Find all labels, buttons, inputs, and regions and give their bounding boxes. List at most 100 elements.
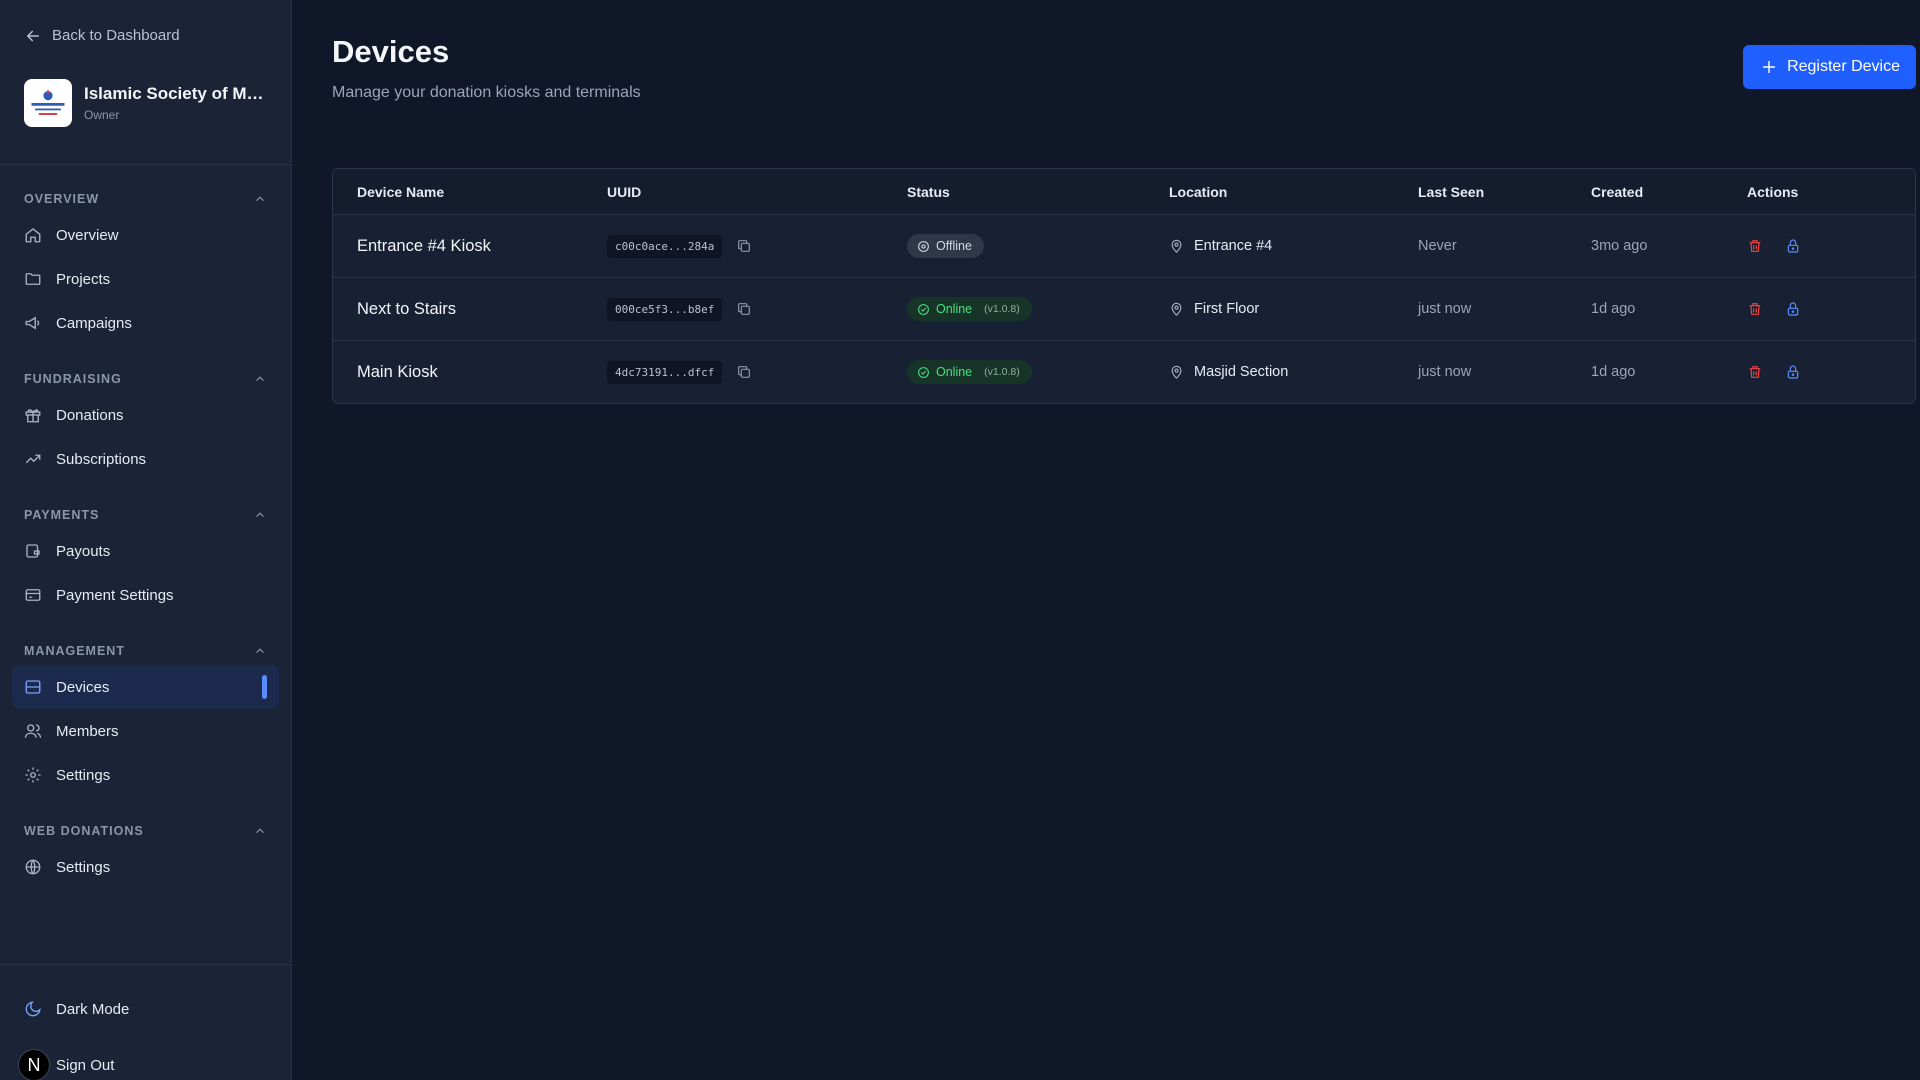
chevron-up-icon bbox=[256, 648, 264, 654]
org-name: Islamic Society of Mi... bbox=[84, 84, 264, 103]
sidebar-item-campaigns[interactable]: Campaigns bbox=[12, 301, 279, 345]
col-actions: Actions bbox=[1747, 183, 1799, 200]
page-title: Devices bbox=[332, 34, 450, 69]
register-device-label: Register Device bbox=[1787, 58, 1900, 75]
section-title: MANAGEMENT bbox=[24, 644, 125, 658]
col-created: Created bbox=[1591, 183, 1644, 200]
sidebar-item-label: Overview bbox=[56, 226, 119, 244]
lock-icon[interactable] bbox=[1785, 301, 1801, 317]
moon-icon bbox=[25, 1001, 41, 1017]
copy-icon[interactable] bbox=[736, 364, 752, 380]
copy-icon[interactable] bbox=[736, 301, 752, 317]
chevron-up-icon bbox=[256, 376, 264, 382]
folder-icon bbox=[25, 273, 41, 285]
sidebar: Back to Dashboard Islamic Society of Mi.… bbox=[0, 0, 292, 1080]
section-management[interactable]: MANAGEMENT bbox=[0, 637, 291, 665]
avatar: N bbox=[18, 1049, 50, 1080]
register-device-button[interactable]: Register Device bbox=[1743, 45, 1916, 89]
section-overview[interactable]: OVERVIEW bbox=[0, 185, 291, 213]
sidebar-item-settings[interactable]: Settings bbox=[12, 753, 279, 797]
back-label: Back to Dashboard bbox=[52, 27, 180, 44]
device-name: Entrance #4 Kiosk bbox=[357, 236, 491, 255]
sidebar-item-label: Devices bbox=[56, 678, 110, 696]
device-uuid: 000ce5f3...b8ef bbox=[607, 297, 723, 321]
map-pin-icon bbox=[1171, 302, 1182, 316]
status-text: Offline bbox=[936, 239, 972, 253]
megaphone-icon bbox=[25, 316, 40, 330]
delete-icon[interactable] bbox=[1747, 238, 1763, 254]
check-circle-icon bbox=[918, 366, 929, 378]
section-title: OVERVIEW bbox=[24, 192, 100, 206]
section-title: PAYMENTS bbox=[24, 508, 100, 522]
sidebar-item-payment-settings[interactable]: Payment Settings bbox=[12, 573, 279, 617]
gift-icon bbox=[25, 409, 41, 423]
last-seen: Never bbox=[1418, 238, 1457, 254]
copy-icon[interactable] bbox=[736, 238, 752, 254]
section-title: WEB DONATIONS bbox=[24, 824, 144, 838]
delete-icon[interactable] bbox=[1747, 301, 1763, 317]
sidebar-item-subscriptions[interactable]: Subscriptions bbox=[12, 437, 279, 481]
back-to-dashboard-link[interactable]: Back to Dashboard bbox=[0, 0, 291, 46]
device-name: Main Kiosk bbox=[357, 362, 438, 381]
check-circle-icon bbox=[918, 303, 929, 315]
created-at: 1d ago bbox=[1591, 364, 1636, 380]
table-row[interactable]: Main Kiosk 4dc73191...dfcf Online (v1.0.8… bbox=[333, 340, 1915, 403]
users-icon bbox=[24, 724, 42, 738]
sidebar-item-label: Settings bbox=[56, 858, 111, 876]
section-fundraising[interactable]: FUNDRAISING bbox=[0, 365, 291, 393]
delete-icon[interactable] bbox=[1747, 364, 1763, 380]
created-at: 3mo ago bbox=[1591, 238, 1648, 254]
status-text: Online bbox=[936, 302, 973, 316]
table-header: Device Name UUID Status Location Last Se… bbox=[333, 169, 1915, 214]
chevron-up-icon bbox=[256, 512, 264, 518]
plus-icon bbox=[1762, 60, 1776, 74]
created-at: 1d ago bbox=[1591, 301, 1636, 317]
globe-icon bbox=[25, 859, 41, 875]
section-title: FUNDRAISING bbox=[24, 372, 122, 386]
gear-icon bbox=[25, 767, 41, 783]
lock-icon[interactable] bbox=[1785, 364, 1801, 380]
org-role: Owner bbox=[84, 108, 120, 122]
section-web-donations[interactable]: WEB DONATIONS bbox=[0, 817, 291, 845]
device-uuid: c00c0ace...284a bbox=[607, 234, 723, 258]
sidebar-item-label: Projects bbox=[56, 270, 111, 288]
status-badge: Online (v1.0.8) bbox=[907, 360, 1032, 384]
section-payments[interactable]: PAYMENTS bbox=[0, 501, 291, 529]
col-status: Status bbox=[907, 183, 950, 200]
last-seen: just now bbox=[1418, 364, 1472, 380]
sidebar-item-label: Members bbox=[56, 722, 119, 740]
col-last-seen: Last Seen bbox=[1418, 183, 1485, 200]
sidebar-nav: OVERVIEW Overview Projects Campaigns FUN… bbox=[0, 165, 291, 964]
credit-card-icon bbox=[25, 589, 41, 601]
chevron-up-icon bbox=[256, 828, 264, 834]
status-badge: Online (v1.0.8) bbox=[907, 297, 1032, 321]
org-logo bbox=[24, 79, 72, 127]
sidebar-item-donations[interactable]: Donations bbox=[12, 393, 279, 437]
col-device-name: Device Name bbox=[357, 183, 445, 200]
sign-out-button[interactable]: N Sign Out bbox=[12, 1043, 279, 1080]
lock-icon[interactable] bbox=[1785, 238, 1801, 254]
table-row[interactable]: Entrance #4 Kiosk c00c0ace...284a Offlin… bbox=[333, 214, 1915, 277]
sidebar-item-label: Payment Settings bbox=[56, 586, 174, 604]
device-location: First Floor bbox=[1194, 301, 1260, 317]
status-badge: Offline bbox=[907, 234, 984, 258]
sign-out-label: Sign Out bbox=[56, 1056, 115, 1074]
sidebar-item-overview[interactable]: Overview bbox=[12, 213, 279, 257]
version-text: (v1.0.8) bbox=[984, 366, 1020, 378]
map-pin-icon bbox=[1171, 365, 1182, 379]
sidebar-item-devices[interactable]: Devices bbox=[12, 665, 279, 709]
device-uuid: 4dc73191...dfcf bbox=[607, 360, 723, 384]
col-location: Location bbox=[1169, 183, 1228, 200]
sidebar-item-web-settings[interactable]: Settings bbox=[12, 845, 279, 889]
status-text: Online bbox=[936, 365, 973, 379]
sidebar-item-members[interactable]: Members bbox=[12, 709, 279, 753]
table-row[interactable]: Next to Stairs 000ce5f3...b8ef Online (v1… bbox=[333, 277, 1915, 340]
dark-mode-toggle[interactable]: Dark Mode bbox=[12, 987, 279, 1031]
org-header: Islamic Society of Mi... Owner bbox=[0, 46, 291, 142]
trending-up-icon bbox=[25, 454, 41, 464]
sidebar-item-payouts[interactable]: Payouts bbox=[12, 529, 279, 573]
chevron-up-icon bbox=[256, 196, 264, 202]
sidebar-item-label: Settings bbox=[56, 766, 111, 784]
version-text: (v1.0.8) bbox=[984, 303, 1020, 315]
sidebar-item-projects[interactable]: Projects bbox=[12, 257, 279, 301]
